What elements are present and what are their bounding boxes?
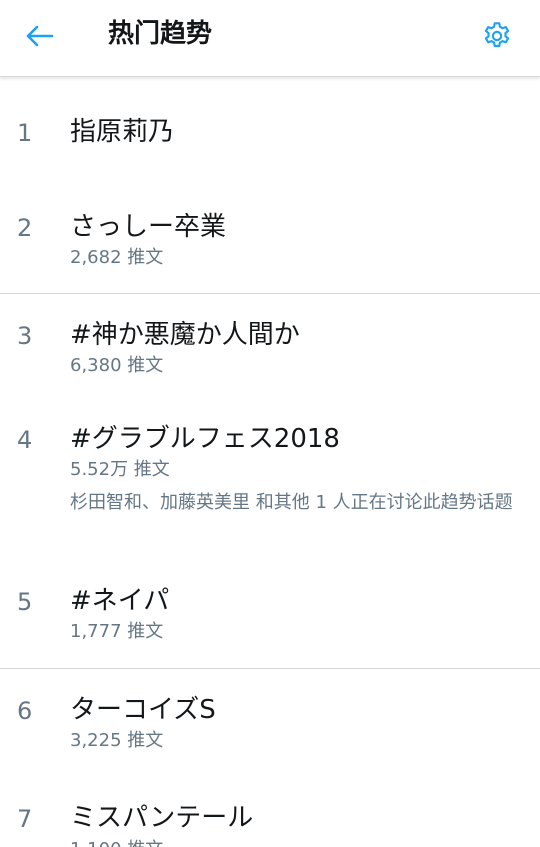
trend-item[interactable]: 2 さっしー卒業 2,682 推文 (0, 200, 540, 280)
trend-item[interactable]: 4 #グラブルフェス2018 5.52万 推文 杉田智和、加藤英美里 和其他 1… (0, 414, 540, 544)
section-divider (0, 293, 540, 294)
trend-name: #ネイパ (70, 586, 170, 616)
trend-name: 指原莉乃 (70, 117, 175, 147)
trend-rank: 5 (17, 588, 33, 616)
trend-name: さっしー卒業 (70, 212, 227, 242)
tweet-count: 3,225 推文 (70, 730, 164, 751)
tweet-count: 2,682 推文 (70, 247, 164, 268)
app-header: 热门趋势 (0, 0, 540, 77)
tweet-count: 1,100 推文 (70, 838, 163, 847)
tweet-count: 5.52万 推文 (70, 459, 170, 480)
settings-button[interactable] (474, 12, 520, 58)
arrow-left-icon (26, 25, 54, 47)
trend-rank: 3 (17, 322, 33, 350)
trend-item[interactable]: 3 #神か悪魔か人間か 6,380 推文 (0, 310, 540, 390)
trend-item[interactable]: 6 ターコイズS 3,225 推文 (0, 684, 540, 764)
tweet-count: 6,380 推文 (70, 355, 164, 376)
section-divider (0, 668, 540, 669)
trend-rank: 7 (17, 805, 33, 833)
trend-name: ミスパンテール (70, 803, 254, 833)
gear-icon (484, 22, 510, 48)
trend-rank: 2 (17, 214, 33, 242)
trend-name: #グラブルフェス2018 (70, 424, 340, 454)
trend-rank: 4 (17, 426, 33, 454)
trend-context: 杉田智和、加藤英美里 和其他 1 人正在讨论此趋势话题 (70, 492, 513, 513)
trend-item[interactable]: 1 指原莉乃 (0, 100, 540, 180)
trend-item[interactable]: 7 ミスパンテール 1,100 推文 (0, 792, 540, 847)
page-title: 热门趋势 (108, 19, 213, 49)
trend-name: ターコイズS (70, 695, 216, 725)
trend-name: #神か悪魔か人間か (70, 320, 300, 350)
trend-rank: 6 (17, 697, 33, 725)
back-button[interactable] (20, 16, 64, 56)
trend-rank: 1 (17, 119, 33, 147)
tweet-count: 1,777 推文 (70, 621, 164, 642)
trend-item[interactable]: 5 #ネイパ 1,777 推文 (0, 576, 540, 656)
trends-screen: 热门趋势 1 指原莉乃 2 さっしー卒業 2,682 推文 3 #神か悪魔か人間… (0, 0, 540, 847)
